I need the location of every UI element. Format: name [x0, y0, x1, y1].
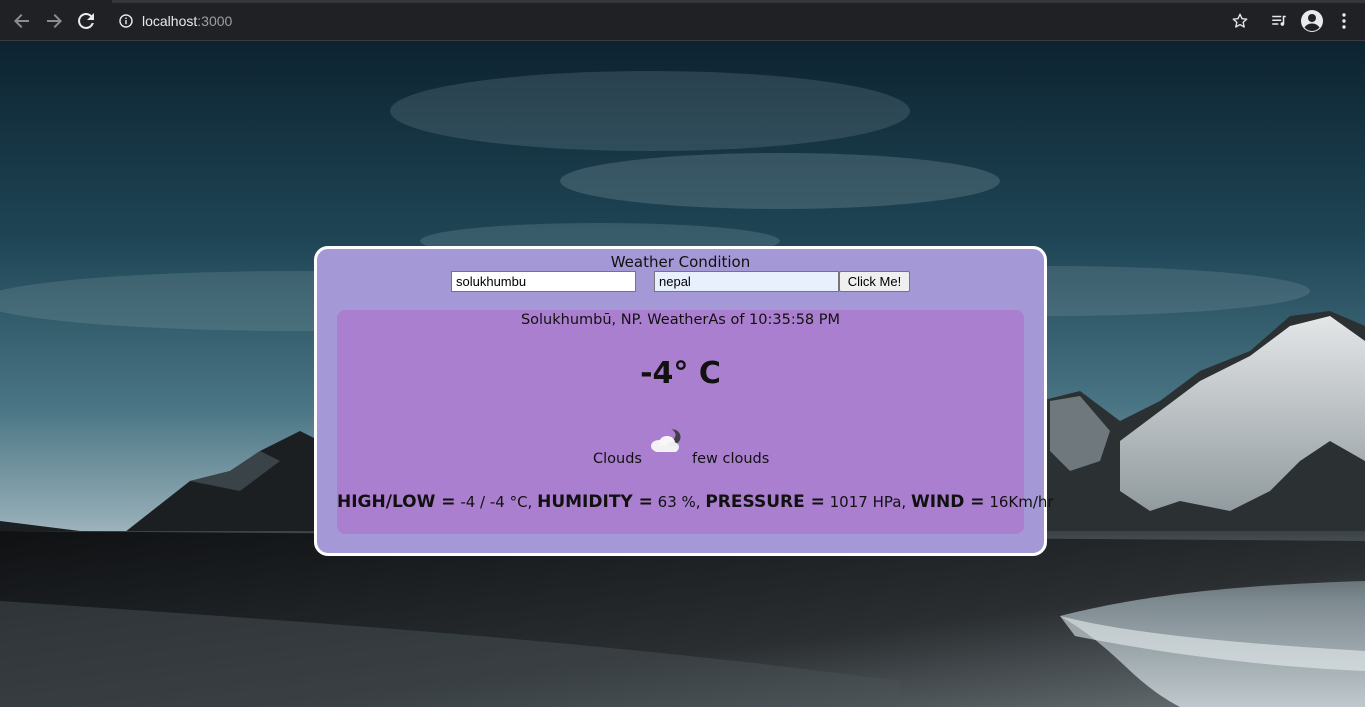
- bookmark-button[interactable]: [1228, 9, 1252, 33]
- forward-icon: [47, 14, 62, 28]
- weather-stats: HIGH/LOW = -4 / -4 °C, HUMIDITY = 63 %, …: [337, 492, 1054, 512]
- star-icon: [1232, 13, 1248, 28]
- country-input[interactable]: [654, 271, 839, 292]
- tab-strip: [0, 0, 1365, 3]
- reading-list-button[interactable]: [1267, 9, 1291, 33]
- forward-button[interactable]: [42, 9, 66, 33]
- condition-main: Clouds: [593, 451, 642, 467]
- pressure-value: 1017 HPa,: [824, 493, 911, 511]
- back-button[interactable]: [10, 9, 34, 33]
- back-icon: [14, 14, 29, 28]
- wind-label: WIND =: [910, 492, 985, 512]
- high-low-value: -4 / -4 °C,: [455, 493, 538, 511]
- menu-icon: [1342, 13, 1346, 29]
- card-title: Weather Condition: [610, 253, 751, 271]
- active-tab-edge: [0, 0, 112, 3]
- city-input[interactable]: [451, 271, 636, 292]
- address-bar[interactable]: localhost:3000: [108, 6, 1258, 36]
- pressure-label: PRESSURE =: [705, 492, 825, 512]
- url-port: :3000: [197, 13, 233, 29]
- condition-description: few clouds: [692, 451, 770, 467]
- account-icon: [1301, 10, 1323, 32]
- reload-icon: [78, 12, 94, 29]
- profile-button[interactable]: [1300, 9, 1324, 33]
- submit-button[interactable]: Click Me!: [839, 271, 910, 292]
- humidity-label: HUMIDITY =: [537, 492, 653, 512]
- url-text[interactable]: localhost:3000: [142, 12, 232, 30]
- url-host: localhost: [142, 13, 198, 29]
- wind-value: 16Km/hr: [984, 493, 1054, 511]
- location-time: Solukhumbū, NP. WeatherAs of 10:35:58 PM: [520, 312, 841, 328]
- browser-toolbar: localhost:3000: [0, 0, 1365, 41]
- few-clouds-night-icon: [651, 429, 681, 452]
- weather-card: Weather Condition Click Me! Solukhumbū, …: [314, 246, 1054, 556]
- weather-result-panel: Solukhumbū, NP. WeatherAs of 10:35:58 PM…: [337, 310, 1054, 534]
- reading-list-icon: [1272, 15, 1286, 26]
- info-icon[interactable]: [119, 14, 133, 28]
- humidity-value: 63 %,: [652, 493, 706, 511]
- high-low-label: HIGH/LOW =: [337, 492, 456, 512]
- browser-menu-button[interactable]: [1332, 9, 1356, 33]
- temperature: -4° C: [640, 356, 721, 391]
- reload-button[interactable]: [74, 9, 98, 33]
